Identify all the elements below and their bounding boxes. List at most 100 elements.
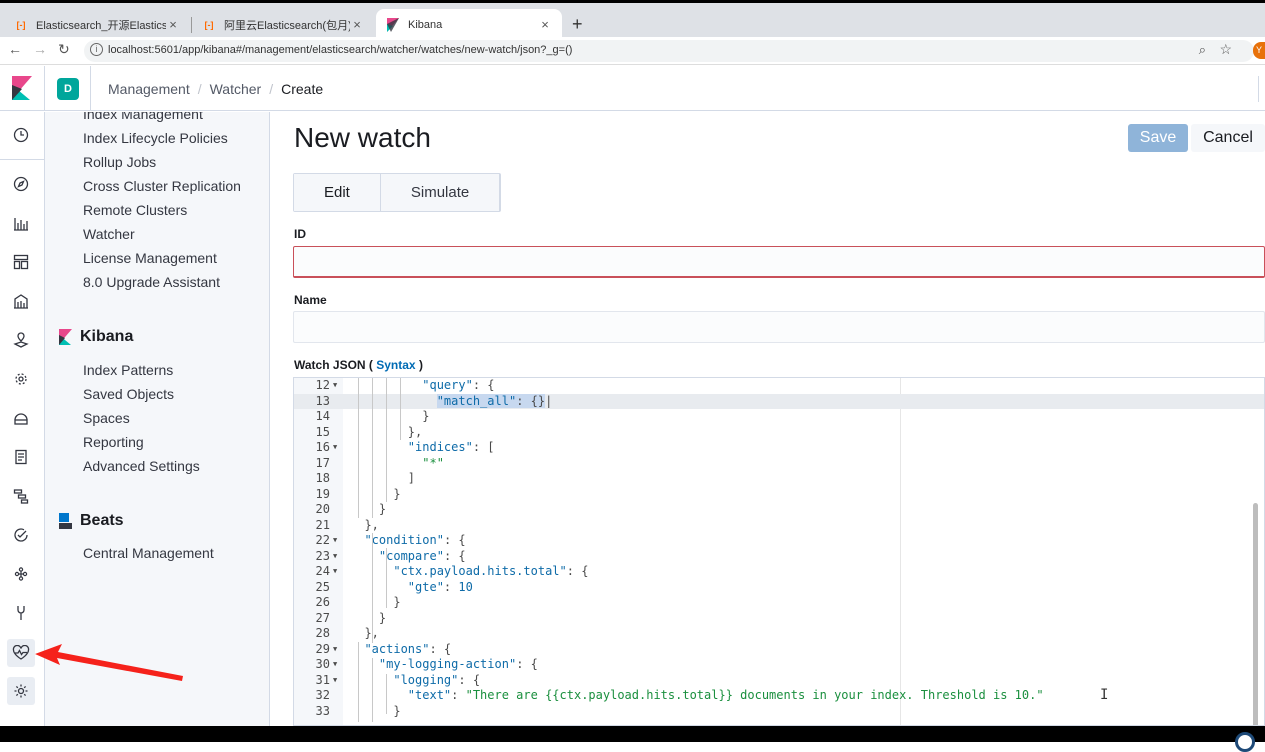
devtools-icon[interactable] bbox=[11, 603, 31, 623]
tab-edit[interactable]: Edit bbox=[294, 174, 381, 211]
back-icon[interactable]: ← bbox=[8, 41, 22, 57]
sidebar-item-license-management[interactable]: License Management bbox=[83, 250, 217, 266]
line-number: 26 bbox=[315, 595, 330, 609]
apm-icon[interactable] bbox=[11, 486, 31, 506]
maps-icon[interactable] bbox=[11, 330, 31, 350]
compass-icon[interactable] bbox=[11, 174, 31, 194]
sidebar-item-index-lifecycle-policies[interactable]: Index Lifecycle Policies bbox=[83, 130, 228, 146]
management-icon[interactable] bbox=[7, 677, 35, 705]
close-icon[interactable]: × bbox=[166, 17, 180, 32]
indent-guide bbox=[386, 674, 387, 714]
code-line: 25 "gte": 10 bbox=[294, 580, 1264, 596]
address-bar: ← → ↻ i localhost:5601/app/kibana#/manag… bbox=[0, 37, 1265, 65]
ml-icon[interactable] bbox=[11, 369, 31, 389]
code-line: 26 } bbox=[294, 595, 1264, 611]
code-text: ] bbox=[350, 471, 416, 485]
breadcrumb-management[interactable]: Management bbox=[108, 81, 190, 97]
sidebar-item-central-management[interactable]: Central Management bbox=[83, 545, 214, 561]
editor-scrollbar[interactable] bbox=[1253, 503, 1258, 725]
sidebar-item-index-management[interactable]: Index Management bbox=[83, 112, 203, 122]
save-button[interactable]: Save bbox=[1128, 124, 1188, 152]
kibana-nav-rail bbox=[0, 112, 45, 726]
breadcrumb-watcher[interactable]: Watcher bbox=[210, 81, 262, 97]
zoom-icon[interactable]: ⌕ bbox=[1199, 42, 1206, 58]
id-label: ID bbox=[294, 227, 306, 241]
space-avatar[interactable]: D bbox=[57, 78, 79, 100]
breadcrumb: Management / Watcher / Create bbox=[90, 66, 323, 111]
sidebar-item-advanced-settings[interactable]: Advanced Settings bbox=[83, 458, 200, 474]
fold-caret-icon[interactable]: ▼ bbox=[333, 549, 337, 565]
browser-tab-title: 阿里云Elasticsearch(包月)-购买 bbox=[224, 19, 350, 32]
code-text: "condition": { bbox=[364, 533, 466, 547]
sidebar-section-beats: Beats bbox=[59, 512, 124, 530]
sidebar-item-reporting[interactable]: Reporting bbox=[83, 434, 144, 450]
visualize-icon[interactable] bbox=[11, 213, 31, 233]
browser-tab[interactable]: [-] 阿里云Elasticsearch(包月)-购买 × bbox=[192, 9, 374, 40]
forward-icon[interactable]: → bbox=[33, 41, 47, 57]
cancel-button[interactable]: Cancel bbox=[1191, 124, 1265, 152]
watch-json-label: Watch JSON ( Syntax ) bbox=[294, 358, 423, 372]
browser-tab-active[interactable]: Kibana × bbox=[376, 9, 562, 40]
monitoring-icon[interactable] bbox=[7, 639, 35, 667]
line-number: 17 bbox=[315, 455, 330, 470]
fold-caret-icon[interactable]: ▼ bbox=[333, 657, 337, 673]
sidebar-item-index-patterns[interactable]: Index Patterns bbox=[83, 362, 173, 378]
sidebar-item-spaces[interactable]: Spaces bbox=[83, 410, 130, 426]
close-icon[interactable]: × bbox=[350, 17, 364, 32]
code-text: "compare": { bbox=[378, 548, 466, 563]
code-line: 17 "*" bbox=[294, 456, 1264, 472]
kibana-logo[interactable] bbox=[0, 66, 45, 111]
json-code-editor[interactable]: 12 ▼ "query": {13 "match_all": {}| 14 } 15 … bbox=[293, 377, 1265, 726]
main-content: New watch Save Cancel Edit Simulate ID N… bbox=[271, 112, 1265, 726]
code-line: 28 }, bbox=[294, 626, 1264, 642]
fold-caret-icon[interactable]: ▼ bbox=[333, 564, 337, 580]
url-text: localhost:5601/app/kibana#/management/el… bbox=[108, 44, 573, 56]
reload-icon[interactable]: ↻ bbox=[58, 41, 70, 58]
code-text: "text": "There are {{ctx.payload.hits.to… bbox=[407, 688, 1044, 702]
url-field[interactable]: i localhost:5601/app/kibana#/management/… bbox=[84, 40, 1254, 62]
fold-caret-icon[interactable]: ▼ bbox=[333, 673, 337, 689]
dashboard-icon[interactable] bbox=[11, 252, 31, 272]
sidebar-item-cross-cluster-replication[interactable]: Cross Cluster Replication bbox=[83, 178, 241, 194]
line-number: 16 bbox=[315, 440, 330, 454]
code-text: "my-logging-action": { bbox=[378, 657, 538, 671]
code-text: "actions": { bbox=[364, 641, 452, 656]
fold-caret-icon[interactable]: ▼ bbox=[333, 378, 337, 394]
fold-caret-icon[interactable]: ▼ bbox=[333, 642, 337, 658]
sidebar-item-saved-objects[interactable]: Saved Objects bbox=[83, 386, 174, 402]
info-icon[interactable]: i bbox=[90, 43, 103, 56]
code-text: "gte": 10 bbox=[407, 579, 473, 594]
sidebar-item-watcher[interactable]: Watcher bbox=[83, 226, 135, 242]
line-number: 15 bbox=[315, 424, 330, 439]
line-number: 23 bbox=[315, 548, 330, 563]
graph-icon[interactable] bbox=[11, 564, 31, 584]
sidebar-item-upgrade-assistant[interactable]: 8.0 Upgrade Assistant bbox=[83, 274, 220, 290]
logs-icon[interactable] bbox=[11, 447, 31, 467]
indent-guide bbox=[372, 533, 373, 643]
close-icon[interactable]: × bbox=[538, 17, 552, 32]
clock-icon[interactable] bbox=[11, 125, 31, 145]
syntax-link[interactable]: Syntax bbox=[376, 358, 415, 372]
browser-tab-title: Kibana bbox=[408, 18, 443, 31]
sidebar-item-remote-clusters[interactable]: Remote Clusters bbox=[83, 202, 187, 218]
infrastructure-icon[interactable] bbox=[11, 408, 31, 428]
bookmark-star-icon[interactable]: ☆ bbox=[1219, 41, 1232, 58]
browser-tab[interactable]: [-] Elasticsearch_开源Elasticsearch × bbox=[4, 9, 190, 40]
code-line: 32 "text": "There are {{ctx.payload.hits… bbox=[294, 688, 1264, 704]
uptime-icon[interactable] bbox=[11, 525, 31, 545]
name-field[interactable] bbox=[293, 311, 1265, 343]
code-text: "logging": { bbox=[393, 672, 481, 687]
bottom-bar bbox=[0, 726, 1265, 742]
canvas-icon[interactable] bbox=[11, 291, 31, 311]
new-tab-icon[interactable]: + bbox=[572, 14, 583, 35]
fold-caret-icon[interactable]: ▼ bbox=[333, 440, 337, 456]
fold-caret-icon[interactable]: ▼ bbox=[333, 533, 337, 549]
id-field[interactable] bbox=[293, 246, 1265, 278]
line-number: 20 bbox=[315, 502, 330, 516]
tab-simulate[interactable]: Simulate bbox=[380, 174, 501, 211]
sidebar-item-rollup-jobs[interactable]: Rollup Jobs bbox=[83, 154, 156, 170]
profile-avatar[interactable]: Y bbox=[1253, 42, 1265, 59]
indent-guide bbox=[372, 378, 373, 518]
code-line: 30 ▼ "my-logging-action": { bbox=[294, 657, 1264, 673]
code-line: 29 ▼ "actions": { bbox=[294, 642, 1264, 658]
